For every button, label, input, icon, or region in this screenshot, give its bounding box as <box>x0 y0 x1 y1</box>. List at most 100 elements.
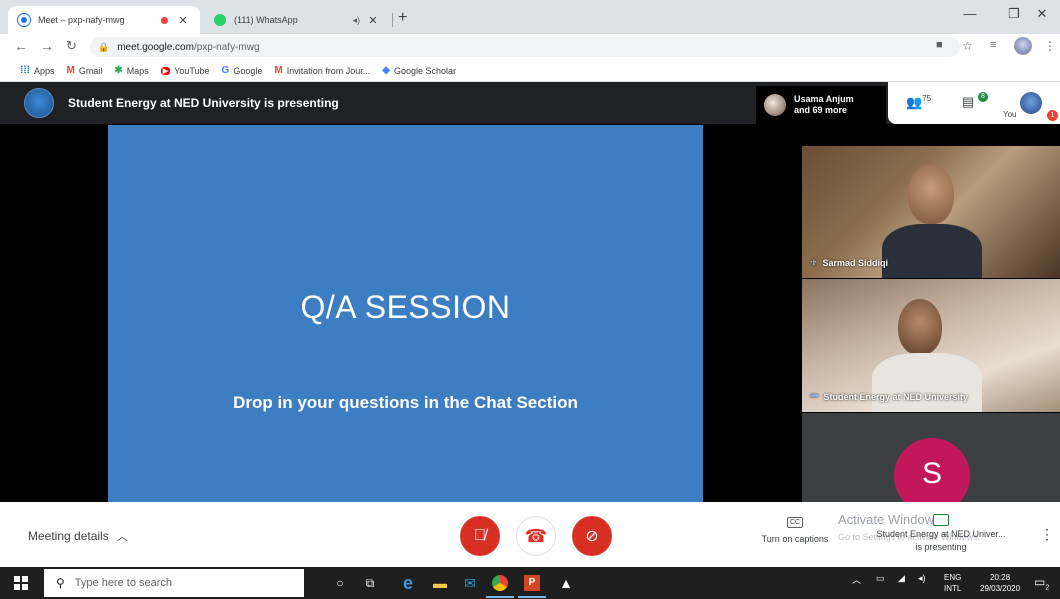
bookmark-gmail[interactable]: M Gmail <box>67 65 103 76</box>
slide-subtitle: Drop in your questions in the Chat Secti… <box>233 393 578 412</box>
browser-toolbar: ← → ↻ 🔒 meet.google.com /pxp-nafy-mwg ■ … <box>0 34 1060 60</box>
address-bar[interactable]: 🔒 meet.google.com /pxp-nafy-mwg <box>90 37 960 57</box>
tile-name: Student Energy at NED University <box>823 391 969 402</box>
whatsapp-favicon-icon <box>214 14 226 26</box>
battery-icon[interactable]: ▭ <box>876 573 885 584</box>
participant-avatar <box>764 94 786 116</box>
camera-in-use-icon[interactable]: ■ <box>936 39 943 51</box>
tile-name: Sarmad Siddiqi <box>822 257 888 268</box>
people-icon[interactable]: 👥75 <box>906 94 931 110</box>
file-explorer-icon[interactable]: ▬ <box>430 573 450 593</box>
speaker-icon[interactable]: ◂) <box>352 15 360 26</box>
windows-taskbar: ⚲ Type here to search ○ ⧉ e ▬ ✉ P ▲ ︿ ▭ … <box>0 567 1060 599</box>
network-icon[interactable]: ◢ <box>898 573 905 584</box>
cortana-icon[interactable]: ○ <box>330 573 350 593</box>
meeting-details-label: Meeting details <box>28 529 109 543</box>
participants-preview[interactable]: Usama Anjum and 69 more <box>756 86 886 124</box>
screen: Meet – pxp-nafy-mwg ✕ (111) WhatsApp ◂) … <box>0 0 1060 599</box>
reload-icon[interactable]: ↻ <box>66 38 77 54</box>
video-tile-student-energy[interactable]: ••• Student Energy at NED University <box>802 279 1060 412</box>
recording-dot-icon <box>161 16 168 24</box>
clock-time: 20:28 <box>990 573 1011 582</box>
participant-count: 75 <box>922 94 932 103</box>
bookmark-label: Google <box>233 65 263 76</box>
bookmark-label: Invitation from Jour... <box>286 65 371 76</box>
powerpoint-icon[interactable]: P <box>522 573 542 593</box>
presenting-title: Student Energy at NED University is pres… <box>68 96 339 110</box>
notification-count: 2 <box>1045 584 1050 592</box>
more-options-icon[interactable]: ⋮ <box>1040 526 1054 543</box>
meeting-details-button[interactable]: Meeting details ︿ <box>28 528 128 544</box>
activate-windows-watermark: Activate Windows <box>838 512 941 527</box>
chrome-icon[interactable] <box>490 573 510 593</box>
input-language[interactable]: ENG INTL <box>944 572 961 594</box>
tab-meet[interactable]: Meet – pxp-nafy-mwg ✕ <box>8 6 200 34</box>
windows-start-icon[interactable] <box>14 576 28 590</box>
initial-avatar: S <box>894 438 970 502</box>
more-options-dots-icon: ••• <box>810 391 818 402</box>
you-label: You <box>1003 110 1017 119</box>
bookmark-label: Google Scholar <box>393 65 456 76</box>
new-tab-icon[interactable]: + <box>398 9 407 27</box>
bookmark-maps[interactable]: ✱ Maps <box>114 65 148 76</box>
show-hidden-icons-icon[interactable]: ︿ <box>852 573 861 586</box>
task-view-icon[interactable]: ⧉ <box>360 573 380 593</box>
close-tab-icon[interactable]: ✕ <box>366 14 380 27</box>
lock-icon[interactable]: 🔒 <box>98 42 109 53</box>
gmail-icon: M <box>274 65 283 76</box>
participant-video <box>898 299 942 355</box>
presenter-avatar <box>24 88 54 118</box>
chevron-up-icon: ︿ <box>116 531 128 543</box>
chat-icon[interactable]: ▤ <box>962 94 974 110</box>
presenting-name: Student Energy at NED Univer... <box>876 529 1006 539</box>
video-tile-sarmad[interactable]: ·ı· Sarmad Siddiqi <box>802 146 1060 278</box>
bookmark-apps[interactable]: ⁞⁞⁞ Apps <box>20 65 55 76</box>
bookmark-label: Gmail <box>78 65 103 76</box>
participant-more: and 69 more <box>794 105 848 115</box>
bookmark-youtube[interactable]: ▶ YouTube <box>160 66 210 76</box>
speaking-indicator-icon: ·ı· <box>810 257 818 268</box>
tab-whatsapp[interactable]: (111) WhatsApp ◂) ✕ <box>204 6 390 34</box>
reading-list-icon[interactable]: ≡ <box>990 39 996 51</box>
edge-icon[interactable]: e <box>398 573 418 593</box>
chrome-menu-icon[interactable]: ⋮ <box>1044 39 1056 53</box>
tab-title: (111) WhatsApp <box>234 15 298 25</box>
camera-toggle-button[interactable]: ⊘ <box>572 516 612 556</box>
google-icon: G <box>221 65 230 76</box>
profile-avatar[interactable] <box>1014 37 1032 55</box>
taskbar-search[interactable]: ⚲ Type here to search <box>44 569 304 597</box>
hang-up-icon: ☎ <box>524 525 548 546</box>
minimize-icon[interactable]: — <box>948 6 992 21</box>
keyboard-layout: INTL <box>944 584 962 593</box>
bookmark-invitation[interactable]: M Invitation from Jour... <box>274 65 370 76</box>
mail-icon[interactable]: ✉ <box>460 573 480 593</box>
photos-icon[interactable]: ▲ <box>556 573 576 593</box>
volume-icon[interactable]: ◂) <box>918 573 926 584</box>
system-clock[interactable]: 20:28 29/03/2020 <box>980 572 1020 594</box>
bookmark-google[interactable]: G Google <box>222 65 263 76</box>
microphone-toggle-button[interactable]: 🎙̸ <box>460 516 500 556</box>
browser-tab-strip: Meet – pxp-nafy-mwg ✕ (111) WhatsApp ◂) … <box>0 0 1060 34</box>
bookmark-scholar[interactable]: ◆ Google Scholar <box>382 65 456 76</box>
action-center-icon[interactable]: ▭2 <box>1034 575 1049 591</box>
bookmark-star-icon[interactable]: ☆ <box>962 39 973 53</box>
video-tile-initial[interactable]: S <box>802 413 1060 502</box>
bookmark-label: Apps <box>34 65 55 76</box>
mic-off-icon: 🎙̸ <box>474 527 486 544</box>
self-avatar[interactable] <box>1020 92 1042 114</box>
clock-date: 29/03/2020 <box>980 584 1021 593</box>
tile-label: ·ı· Sarmad Siddiqi <box>810 257 888 268</box>
present-screen-icon[interactable] <box>933 514 949 526</box>
back-icon[interactable]: ← <box>14 38 28 54</box>
forward-icon[interactable]: → <box>40 38 54 54</box>
close-window-icon[interactable]: ✕ <box>1020 6 1060 22</box>
close-tab-icon[interactable]: ✕ <box>176 14 190 27</box>
language-code: ENG <box>944 573 962 582</box>
presenting-status[interactable]: Student Energy at NED Univer... is prese… <box>866 528 1016 554</box>
camera-off-icon: ⊘ <box>585 528 599 545</box>
captions-button[interactable]: CC Turn on captions <box>760 516 830 544</box>
leave-call-button[interactable]: ☎ <box>516 516 556 556</box>
url-host: meet.google.com <box>117 41 194 53</box>
presentation-header: Student Energy at NED University is pres… <box>0 82 1060 124</box>
presentation-slide: Q/A SESSION Drop in your questions in th… <box>108 125 703 502</box>
